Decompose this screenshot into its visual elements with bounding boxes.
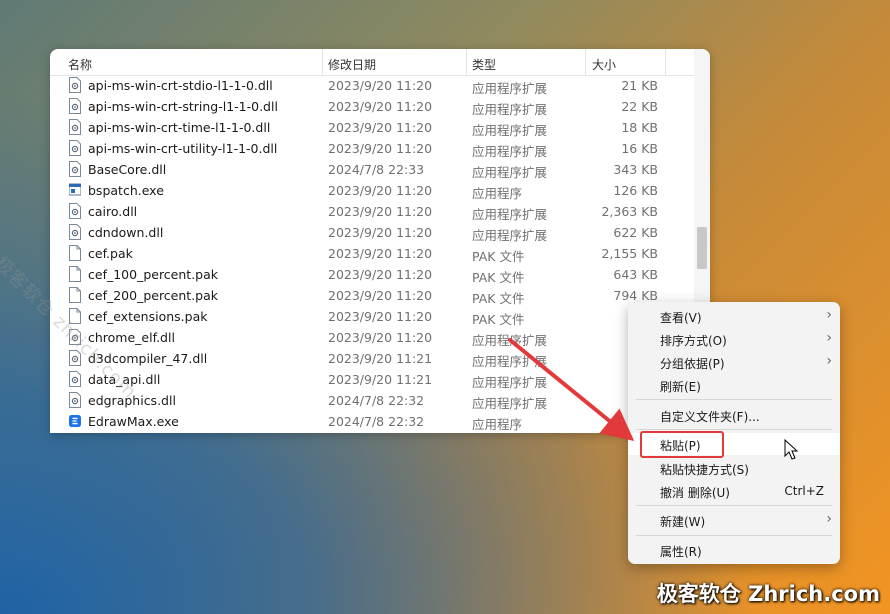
annotation-overlay <box>508 338 799 460</box>
mouse-cursor-icon <box>784 438 799 460</box>
annotation-arrow <box>508 338 635 442</box>
corner-watermark: 极客软仓 Zhrich.com <box>656 582 880 606</box>
